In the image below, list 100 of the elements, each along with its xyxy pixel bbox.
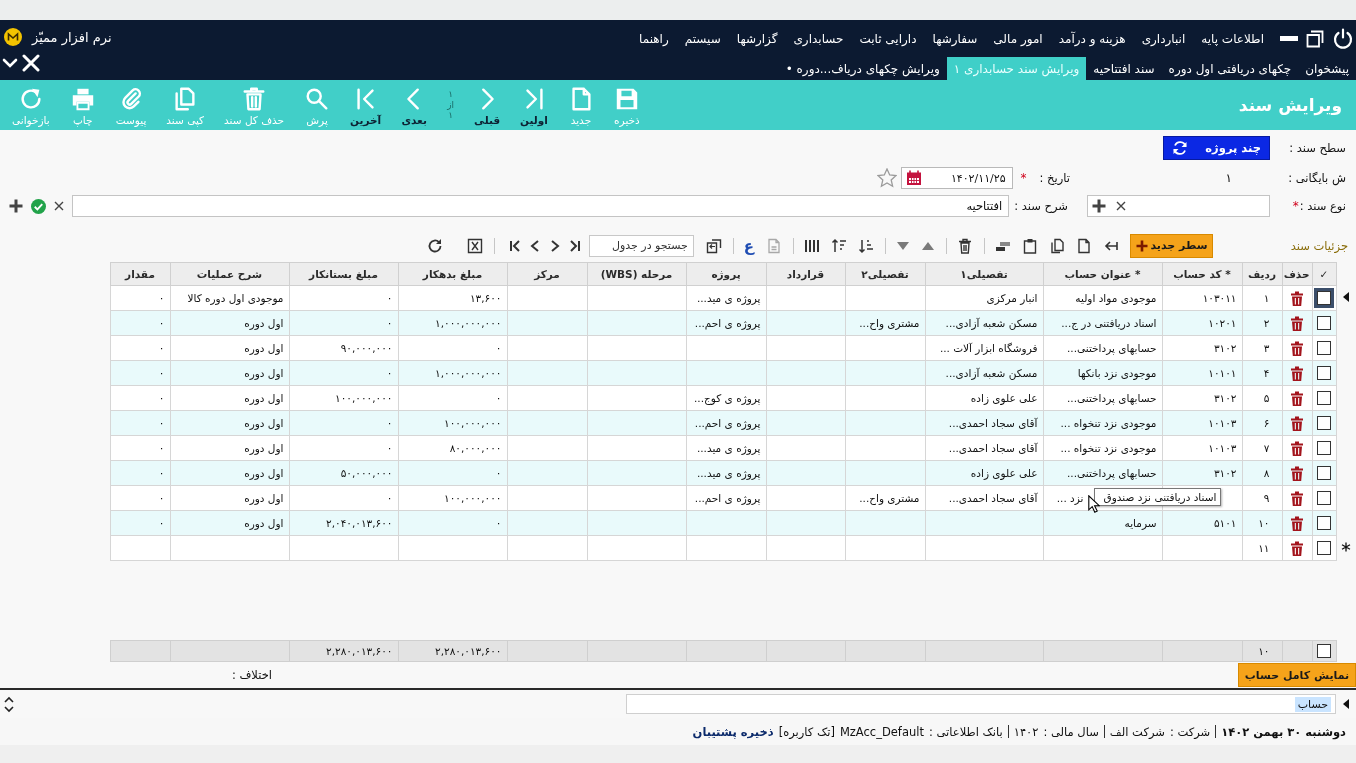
- tab[interactable]: ویرایش چکهای دریاف...دوره •: [778, 57, 947, 80]
- checkbox[interactable]: [1317, 516, 1331, 530]
- checkbox[interactable]: [1317, 466, 1331, 480]
- column-header[interactable]: حذف: [1282, 262, 1312, 286]
- page-number: ۱: [448, 89, 453, 100]
- trash-icon[interactable]: [1290, 390, 1304, 406]
- bar-chevron-left-icon[interactable]: [508, 238, 521, 253]
- next-button[interactable]: بعدی: [391, 84, 438, 126]
- restore-window-icon[interactable]: [1306, 29, 1324, 48]
- column-header[interactable]: * کد حساب: [1162, 262, 1242, 286]
- boxed-x-icon[interactable]: [466, 237, 483, 254]
- checkbox[interactable]: [1317, 491, 1331, 505]
- table-cell: ۳۱۰۲: [1162, 385, 1242, 411]
- chevron-left-icon[interactable]: [528, 238, 541, 253]
- table-cell: اول دوره: [170, 310, 289, 336]
- trash-icon[interactable]: [1290, 340, 1304, 356]
- trash-icon[interactable]: [957, 237, 973, 254]
- column-header[interactable]: * عنوان حساب: [1043, 262, 1162, 286]
- previous-button[interactable]: قبلی: [464, 84, 511, 126]
- trash-icon[interactable]: [1290, 415, 1304, 431]
- trash-icon[interactable]: [1290, 315, 1304, 331]
- last-button[interactable]: آخرین: [340, 84, 392, 126]
- menu-item[interactable]: هزینه و درآمد: [1050, 31, 1134, 46]
- export-icon[interactable]: [705, 237, 722, 254]
- checkbox[interactable]: [1317, 441, 1331, 455]
- chevron-up-icon[interactable]: [4, 695, 14, 703]
- checkbox[interactable]: [1317, 316, 1331, 330]
- column-header[interactable]: تفصیلی۱: [925, 262, 1043, 286]
- column-header[interactable]: ردیف: [1242, 262, 1282, 286]
- columns-icon[interactable]: [804, 237, 820, 254]
- checkbox[interactable]: [1317, 391, 1331, 405]
- document-icon[interactable]: [1076, 237, 1092, 254]
- document-level-button[interactable]: چند پروژه: [1163, 136, 1270, 160]
- copy-icon[interactable]: [1049, 237, 1065, 254]
- clear-icon[interactable]: [1116, 201, 1126, 211]
- section-title: جزئیات سند: [1289, 238, 1349, 253]
- clipboard-icon[interactable]: [1022, 237, 1038, 254]
- checkbox[interactable]: [1317, 291, 1331, 305]
- column-header[interactable]: مرحله (WBS): [587, 262, 686, 286]
- menu-item[interactable]: سفارشها: [924, 31, 986, 46]
- power-icon[interactable]: [1332, 27, 1354, 50]
- tab[interactable]: سند افتتاحیه: [1086, 57, 1162, 80]
- menu-item[interactable]: دارایی ثابت: [851, 31, 925, 46]
- chevron-down-icon[interactable]: [4, 705, 14, 713]
- sort-descending-icon[interactable]: [831, 237, 847, 254]
- chevron-bar-right-icon[interactable]: [568, 238, 581, 253]
- menu-item[interactable]: سیستم: [676, 31, 729, 46]
- checkbox[interactable]: [1317, 541, 1331, 555]
- menu-item[interactable]: امور مالی: [985, 31, 1051, 46]
- new-row-button[interactable]: سطر جدید: [1130, 233, 1213, 258]
- checkbox[interactable]: [1317, 341, 1331, 355]
- menu-item[interactable]: انبارداری: [1133, 31, 1194, 46]
- column-header[interactable]: تفصیلی۲: [845, 262, 925, 286]
- trash-icon[interactable]: [1290, 365, 1304, 381]
- menu-item[interactable]: راهنما: [631, 31, 677, 46]
- calendar-icon[interactable]: [905, 170, 922, 186]
- plus-icon[interactable]: [1092, 199, 1106, 213]
- star-icon[interactable]: [876, 168, 897, 188]
- column-header[interactable]: مرکز: [507, 262, 587, 286]
- table-cell: ۰: [110, 435, 170, 461]
- trash-icon[interactable]: [1290, 440, 1304, 456]
- tab[interactable]: چکهای دریافتی اول دوره: [1161, 57, 1299, 80]
- column-header[interactable]: مقدار: [110, 262, 170, 286]
- menu-item[interactable]: اطلاعات پایه: [1193, 31, 1272, 46]
- menu-item[interactable]: گزارشها: [728, 31, 786, 46]
- menu-item[interactable]: حسابداری: [785, 31, 852, 46]
- checkbox[interactable]: [1317, 416, 1331, 430]
- description-field[interactable]: افتتاحیه: [72, 195, 1010, 217]
- table-cell: پروژه ی کوج...: [686, 385, 766, 411]
- date-field[interactable]: ۱۴۰۲/۱۱/۲۵: [900, 167, 1013, 189]
- column-header[interactable]: شرح عملیات: [170, 262, 289, 286]
- checkbox[interactable]: [1317, 366, 1331, 380]
- sort-ascending-icon[interactable]: [858, 237, 874, 254]
- checkbox[interactable]: [1317, 644, 1331, 658]
- refresh-icon[interactable]: [426, 237, 443, 254]
- close-icon[interactable]: [22, 54, 40, 72]
- document-type-field[interactable]: [1087, 195, 1270, 217]
- trash-icon[interactable]: [1290, 490, 1304, 506]
- show-account-button[interactable]: نمایش کامل حساب: [1238, 663, 1356, 687]
- clear-icon[interactable]: [53, 201, 64, 211]
- account-field[interactable]: حساب: [626, 694, 1336, 714]
- table-cell: ۸: [1242, 460, 1282, 486]
- first-button[interactable]: اولین: [510, 84, 558, 126]
- plus-icon[interactable]: [8, 199, 23, 213]
- trash-icon[interactable]: [1290, 465, 1304, 481]
- column-header[interactable]: پروژه: [686, 262, 766, 286]
- check-circle-icon[interactable]: [30, 198, 46, 214]
- plus-icon: [1135, 239, 1148, 252]
- trash-icon[interactable]: [1290, 290, 1304, 306]
- backup-link[interactable]: ذخیره پشتیبان: [692, 724, 774, 739]
- column-header[interactable]: قرارداد: [766, 262, 845, 286]
- column-header[interactable]: مبلغ بستانکار: [289, 262, 398, 286]
- search-field[interactable]: جستجو در جدول: [588, 234, 694, 257]
- trash-icon[interactable]: [1290, 515, 1304, 531]
- table-cell: علی علوی زاده: [925, 460, 1043, 486]
- tab[interactable]: پیشخوان: [1298, 57, 1356, 80]
- column-header[interactable]: ✓: [1312, 262, 1336, 286]
- glyph-button[interactable]: ع: [743, 236, 754, 255]
- trash-icon[interactable]: [1290, 540, 1304, 556]
- column-header[interactable]: مبلغ بدهکار: [398, 262, 507, 286]
